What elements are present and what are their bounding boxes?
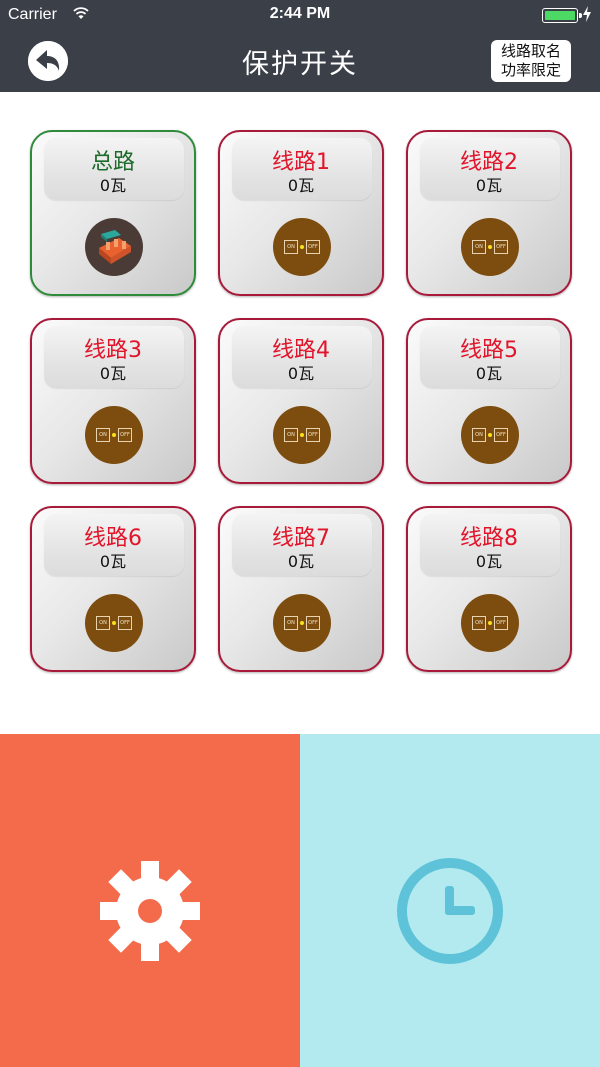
switch-off-label: OFF <box>306 616 320 630</box>
settings-panel-button[interactable] <box>0 734 300 1067</box>
switch-grid: 总路 0瓦 线路1 0瓦 ON OFF 线路2 0瓦 ON OFF 线路3 0瓦… <box>0 92 600 732</box>
switch-off-label: OFF <box>118 428 132 442</box>
indicator-led-icon <box>488 621 492 625</box>
card-power: 0瓦 <box>475 364 503 383</box>
charging-icon <box>583 6 591 22</box>
status-time: 2:44 PM <box>269 5 331 22</box>
switch-on-label: ON <box>472 428 486 442</box>
card-line-6[interactable]: 线路6 0瓦 ON OFF <box>30 506 196 672</box>
header: Carrier 2:44 PM 保护开关 线路取名 功率限定 <box>0 0 600 92</box>
switch-on-label: ON <box>472 616 486 630</box>
indicator-led-icon <box>488 433 492 437</box>
switch-off-label: OFF <box>494 616 508 630</box>
indicator-led-icon <box>112 433 116 437</box>
naming-limit-button[interactable]: 线路取名 功率限定 <box>491 40 571 82</box>
breaker-icon[interactable] <box>85 218 143 276</box>
card-line-4[interactable]: 线路4 0瓦 ON OFF <box>218 318 384 484</box>
timer-panel-button[interactable] <box>300 734 600 1067</box>
card-line-1[interactable]: 线路1 0瓦 ON OFF <box>218 130 384 296</box>
indicator-led-icon <box>112 621 116 625</box>
on-off-switch[interactable]: ON OFF <box>461 594 519 652</box>
switch-off-label: OFF <box>494 428 508 442</box>
card-power: 0瓦 <box>475 552 503 571</box>
card-line-2[interactable]: 线路2 0瓦 ON OFF <box>406 130 572 296</box>
clock-icon <box>397 858 503 964</box>
indicator-led-icon <box>300 621 304 625</box>
on-off-switch[interactable]: ON OFF <box>461 218 519 276</box>
naming-label: 线路取名 <box>500 42 561 60</box>
limit-label: 功率限定 <box>500 61 561 79</box>
card-power: 0瓦 <box>475 176 503 195</box>
switch-on-label: ON <box>284 428 298 442</box>
card-line-8[interactable]: 线路8 0瓦 ON OFF <box>406 506 572 672</box>
card-power: 0瓦 <box>99 552 127 571</box>
card-line-3[interactable]: 线路3 0瓦 ON OFF <box>30 318 196 484</box>
card-power: 0瓦 <box>287 176 315 195</box>
card-power: 0瓦 <box>287 552 315 571</box>
card-line-7[interactable]: 线路7 0瓦 ON OFF <box>218 506 384 672</box>
on-off-switch[interactable]: ON OFF <box>461 406 519 464</box>
status-bar: Carrier 2:44 PM <box>0 0 600 30</box>
circuit-breaker-icon <box>99 230 131 264</box>
battery-icon <box>542 8 582 23</box>
on-off-switch[interactable]: ON OFF <box>85 406 143 464</box>
switch-off-label: OFF <box>306 240 320 254</box>
on-off-switch[interactable]: ON OFF <box>273 594 331 652</box>
switch-off-label: OFF <box>118 616 132 630</box>
switch-on-label: ON <box>472 240 486 254</box>
indicator-led-icon <box>300 433 304 437</box>
card-main[interactable]: 总路 0瓦 <box>30 130 196 296</box>
on-off-switch[interactable]: ON OFF <box>273 218 331 276</box>
switch-on-label: ON <box>284 616 298 630</box>
card-power: 0瓦 <box>99 176 127 195</box>
on-off-switch[interactable]: ON OFF <box>85 594 143 652</box>
indicator-led-icon <box>300 245 304 249</box>
card-power: 0瓦 <box>99 364 127 383</box>
switch-on-label: ON <box>96 428 110 442</box>
on-off-switch[interactable]: ON OFF <box>273 406 331 464</box>
gear-icon <box>100 861 200 961</box>
switch-on-label: ON <box>96 616 110 630</box>
switch-off-label: OFF <box>306 428 320 442</box>
switch-on-label: ON <box>284 240 298 254</box>
card-line-5[interactable]: 线路5 0瓦 ON OFF <box>406 318 572 484</box>
indicator-led-icon <box>488 245 492 249</box>
card-power: 0瓦 <box>287 364 315 383</box>
switch-off-label: OFF <box>494 240 508 254</box>
